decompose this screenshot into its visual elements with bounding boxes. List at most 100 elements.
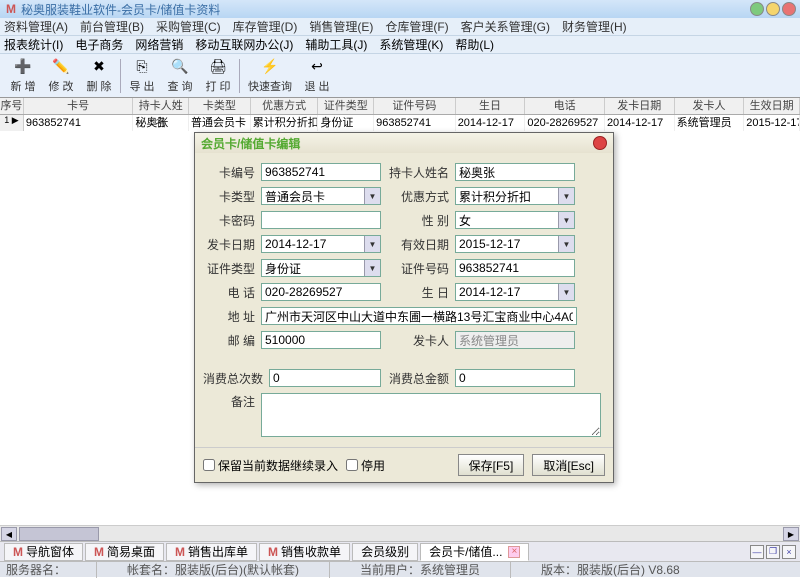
tab-nav[interactable]: M导航窗体 <box>4 543 83 561</box>
menu-data[interactable]: 资料管理(A) <box>4 18 68 35</box>
menu-system[interactable]: 系统管理(K) <box>379 36 443 53</box>
tab-icon: M <box>175 545 185 559</box>
birth-date-picker[interactable]: 2014-12-17▼ <box>455 283 575 301</box>
menu-inventory[interactable]: 库存管理(D) <box>233 18 298 35</box>
toolbar-query[interactable]: 🔍查 询 <box>161 56 199 96</box>
toolbar-export[interactable]: ⎘导 出 <box>123 56 161 96</box>
grid-cell: 1 ▶ <box>0 115 24 131</box>
tab-member-level[interactable]: 会员级别 <box>352 543 418 561</box>
grid-header-cell[interactable]: 发卡人 <box>675 98 745 114</box>
gender-select[interactable]: 女▼ <box>455 211 575 229</box>
toolbar-new[interactable]: ➕新 增 <box>4 56 42 96</box>
toolbar-print[interactable]: 🖨打 印 <box>199 56 237 96</box>
menu-crm[interactable]: 客户关系管理(G) <box>461 18 550 35</box>
keep-data-checkbox[interactable]: 保留当前数据继续录入 <box>203 457 338 474</box>
count-input[interactable] <box>269 369 381 387</box>
chevron-down-icon: ▼ <box>364 260 380 276</box>
window-title: 秘奥服装鞋业软件-会员卡/储值卡资料 <box>21 1 220 18</box>
data-grid: 序号卡号持卡人姓名卡类型优惠方式证件类型证件号码生日电话发卡日期发卡人生效日期 … <box>0 98 800 131</box>
remark-input[interactable] <box>261 393 601 437</box>
cert-type-select[interactable]: 身份证▼ <box>261 259 381 277</box>
grid-header-cell[interactable]: 电话 <box>525 98 605 114</box>
grid-header-cell[interactable]: 证件号码 <box>374 98 456 114</box>
menu-tools[interactable]: 辅助工具(J) <box>305 36 367 53</box>
menu-front[interactable]: 前台管理(B) <box>80 18 144 35</box>
tab-member-card[interactable]: 会员卡/储值...× <box>420 543 529 561</box>
tab-sales-receipt[interactable]: M销售收款单 <box>259 543 350 561</box>
grid-header-cell[interactable]: 发卡日期 <box>605 98 675 114</box>
issue-date-label: 发卡日期 <box>203 236 255 253</box>
close-button[interactable] <box>782 2 796 16</box>
grid-cell: 963852741 <box>24 115 133 131</box>
stop-checkbox[interactable]: 停用 <box>346 457 385 474</box>
tabbar: M导航窗体 M简易桌面 M销售出库单 M销售收款单 会员级别 会员卡/储值...… <box>0 541 800 561</box>
menu-marketing[interactable]: 网络营销 <box>135 36 183 53</box>
grid-header-cell[interactable]: 优惠方式 <box>251 98 319 114</box>
grid-header-cell[interactable]: 卡类型 <box>189 98 251 114</box>
tab-sales-out[interactable]: M销售出库单 <box>166 543 257 561</box>
discount-select[interactable]: 累计积分折扣▼ <box>455 187 575 205</box>
type-select[interactable]: 普通会员卡▼ <box>261 187 381 205</box>
minimize-button[interactable] <box>750 2 764 16</box>
status-user: 当前用户：系统管理员 <box>360 561 511 578</box>
addr-label: 地 址 <box>203 308 255 325</box>
child-restore-button[interactable]: ❐ <box>766 545 780 559</box>
toolbar-fast-query[interactable]: ⚡快速查询 <box>242 56 298 96</box>
menu-help[interactable]: 帮助(L) <box>455 36 494 53</box>
grid-header: 序号卡号持卡人姓名卡类型优惠方式证件类型证件号码生日电话发卡日期发卡人生效日期 <box>0 98 800 115</box>
grid-header-cell[interactable]: 序号 <box>0 98 24 114</box>
grid-cell: 秘奥张 <box>133 115 189 131</box>
issue-date-picker[interactable]: 2014-12-17▼ <box>261 235 381 253</box>
scroll-right-icon[interactable]: ▶ <box>783 527 799 541</box>
chevron-down-icon: ▼ <box>364 236 380 252</box>
menu-finance[interactable]: 财务管理(H) <box>562 18 627 35</box>
grid-header-cell[interactable]: 证件类型 <box>318 98 374 114</box>
cancel-button[interactable]: 取消[Esc] <box>532 454 605 476</box>
chevron-down-icon: ▼ <box>558 236 574 252</box>
chevron-down-icon: ▼ <box>558 188 574 204</box>
amount-input[interactable] <box>455 369 575 387</box>
maximize-button[interactable] <box>766 2 780 16</box>
phone-input[interactable] <box>261 283 381 301</box>
toolbar-delete[interactable]: ✖删 除 <box>80 56 118 96</box>
menu-warehouse[interactable]: 仓库管理(F) <box>385 18 448 35</box>
chevron-down-icon: ▼ <box>558 212 574 228</box>
save-button[interactable]: 保存[F5] <box>458 454 525 476</box>
plus-icon: ➕ <box>14 58 32 76</box>
zip-input[interactable] <box>261 331 381 349</box>
menu-ecommerce[interactable]: 电子商务 <box>75 36 123 53</box>
addr-input[interactable] <box>261 307 577 325</box>
menu-mobile[interactable]: 移动互联网办公(J) <box>195 36 293 53</box>
grid-header-cell[interactable]: 持卡人姓名 <box>133 98 189 114</box>
child-minimize-button[interactable]: — <box>750 545 764 559</box>
card-no-input[interactable] <box>261 163 381 181</box>
pwd-input[interactable] <box>261 211 381 229</box>
toolbar-exit[interactable]: ↩退 出 <box>298 56 336 96</box>
grid-header-cell[interactable]: 生效日期 <box>744 98 800 114</box>
toolbar-edit[interactable]: ✏️修 改 <box>42 56 80 96</box>
grid-row[interactable]: 1 ▶963852741秘奥张普通会员卡累计积分折扣身份证96385274120… <box>0 115 800 131</box>
scroll-thumb[interactable] <box>19 527 99 541</box>
grid-header-cell[interactable]: 生日 <box>456 98 526 114</box>
menu-purchase[interactable]: 采购管理(C) <box>156 18 221 35</box>
gender-label: 性 别 <box>387 212 449 229</box>
scroll-left-icon[interactable]: ◀ <box>1 527 17 541</box>
search-icon: 🔍 <box>171 58 189 76</box>
tab-desktop[interactable]: M简易桌面 <box>85 543 164 561</box>
grid-cell: 963852741 <box>374 115 456 131</box>
dialog-close-button[interactable] <box>593 136 607 150</box>
grid-cell: 020-28269527 <box>525 115 605 131</box>
issuer-label: 发卡人 <box>387 332 449 349</box>
dialog-title: 会员卡/储值卡编辑 <box>201 135 300 152</box>
card-no-label: 卡编号 <box>203 164 255 181</box>
holder-input[interactable] <box>455 163 575 181</box>
menu-sales[interactable]: 销售管理(E) <box>309 18 373 35</box>
tab-close-icon[interactable]: × <box>508 546 520 558</box>
cert-no-input[interactable] <box>455 259 575 277</box>
child-close-button[interactable]: × <box>782 545 796 559</box>
menu-report[interactable]: 报表统计(I) <box>4 36 63 53</box>
grid-header-cell[interactable]: 卡号 <box>24 98 133 114</box>
valid-date-picker[interactable]: 2015-12-17▼ <box>455 235 575 253</box>
status-set: 帐套名：服装版(后台)(默认帐套) <box>127 561 330 578</box>
horizontal-scrollbar[interactable]: ◀ ▶ <box>0 525 800 541</box>
